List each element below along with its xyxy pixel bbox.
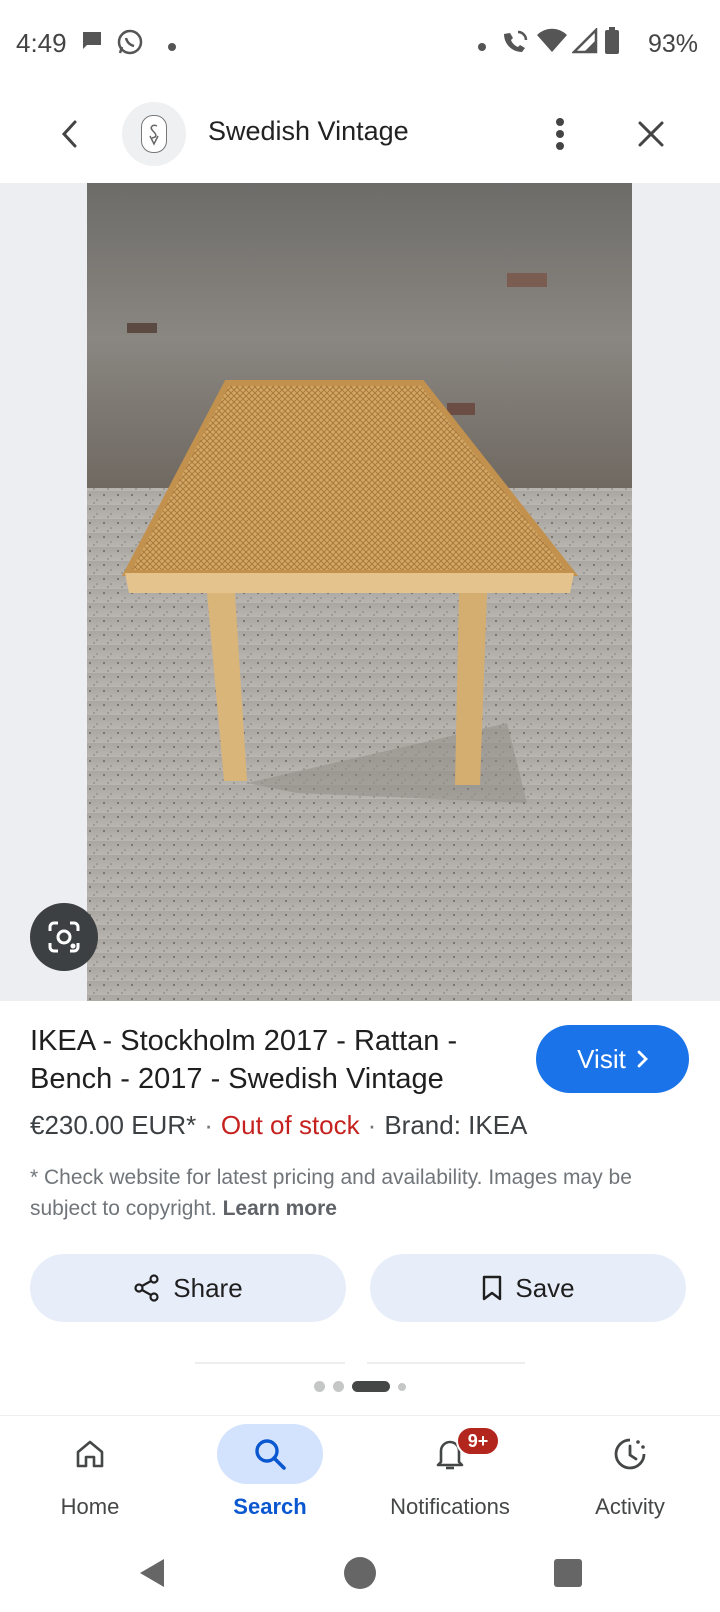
chevron-left-icon [61, 120, 77, 148]
separator-dot: · [204, 1110, 213, 1140]
pager-dot [398, 1382, 406, 1391]
logo-emblem-icon [141, 115, 167, 153]
visit-button[interactable]: Visit [536, 1025, 689, 1093]
lens-icon [48, 921, 80, 953]
price: €230.00 EUR* [30, 1110, 197, 1140]
whatsapp-icon [116, 28, 144, 61]
system-home-button[interactable] [340, 1553, 380, 1593]
dot-icon [478, 38, 486, 56]
stock-status: Out of stock [220, 1110, 360, 1140]
image-viewer [0, 183, 720, 1001]
visit-label: Visit [577, 1043, 626, 1074]
site-logo[interactable] [122, 102, 186, 166]
close-button[interactable] [627, 110, 675, 158]
close-icon [638, 121, 664, 147]
circle-home-icon [344, 1557, 376, 1589]
pager-dot [314, 1381, 325, 1392]
google-lens-button[interactable] [30, 903, 98, 971]
system-back-button[interactable] [132, 1553, 172, 1593]
disclaimer: * Check website for latest pricing and a… [30, 1162, 690, 1224]
share-button[interactable]: Share [30, 1254, 346, 1322]
activity-icon [614, 1438, 646, 1470]
nav-notifications[interactable]: 9+ Notifications [360, 1416, 540, 1536]
system-recents-button[interactable] [548, 1553, 588, 1593]
triangle-back-icon [140, 1559, 164, 1587]
nav-home-label: Home [60, 1494, 120, 1519]
site-title: Swedish Vintage [208, 116, 409, 146]
product-title[interactable]: IKEA - Stockholm 2017 - Rattan - Bench -… [30, 1022, 525, 1098]
bookmark-icon [483, 1275, 502, 1301]
home-icon [76, 1440, 104, 1468]
card-edges [195, 1362, 525, 1364]
nav-notifications-label: Notifications [390, 1494, 510, 1519]
more-vert-icon [556, 118, 564, 150]
square-recents-icon [554, 1559, 582, 1587]
nav-home[interactable]: Home [0, 1416, 180, 1536]
save-label: Save [515, 1272, 575, 1303]
message-icon [80, 28, 104, 57]
nav-search[interactable]: Search [180, 1416, 360, 1536]
share-label: Share [173, 1272, 243, 1303]
brand: Brand: IKEA [384, 1110, 528, 1140]
wifi-icon [536, 28, 568, 59]
price-line: €230.00 EUR* · Out of stock · Brand: IKEA [30, 1110, 527, 1141]
notification-dot-icon [168, 38, 176, 56]
pager-dot [333, 1381, 344, 1392]
signal-icon [570, 26, 598, 59]
product-image[interactable] [87, 183, 632, 1001]
search-icon [255, 1439, 286, 1470]
separator-dot: · [367, 1110, 377, 1140]
status-time: 4:49 [16, 28, 67, 58]
bottom-nav: Home Search 9+ Notifications Activity [0, 1415, 720, 1535]
learn-more-link[interactable]: Learn more [223, 1197, 337, 1220]
site-header: Swedish Vintage [0, 90, 720, 182]
battery-percent: 93% [647, 30, 698, 58]
share-icon [134, 1274, 159, 1302]
chevron-right-icon [637, 1050, 648, 1068]
carousel-pager [0, 1381, 720, 1392]
pager-dot-active [352, 1381, 390, 1392]
nav-activity-label: Activity [595, 1494, 665, 1519]
nav-activity[interactable]: Activity [540, 1416, 720, 1536]
status-bar: 4:49 93% [0, 0, 720, 90]
nav-search-label: Search [233, 1494, 307, 1519]
notification-badge: 9+ [456, 1426, 500, 1456]
battery-icon [604, 27, 620, 60]
wifi-calling-icon [500, 28, 530, 61]
system-nav-bar [0, 1535, 720, 1612]
more-options-button[interactable] [536, 110, 584, 158]
back-button[interactable] [46, 110, 94, 158]
save-button[interactable]: Save [370, 1254, 686, 1322]
